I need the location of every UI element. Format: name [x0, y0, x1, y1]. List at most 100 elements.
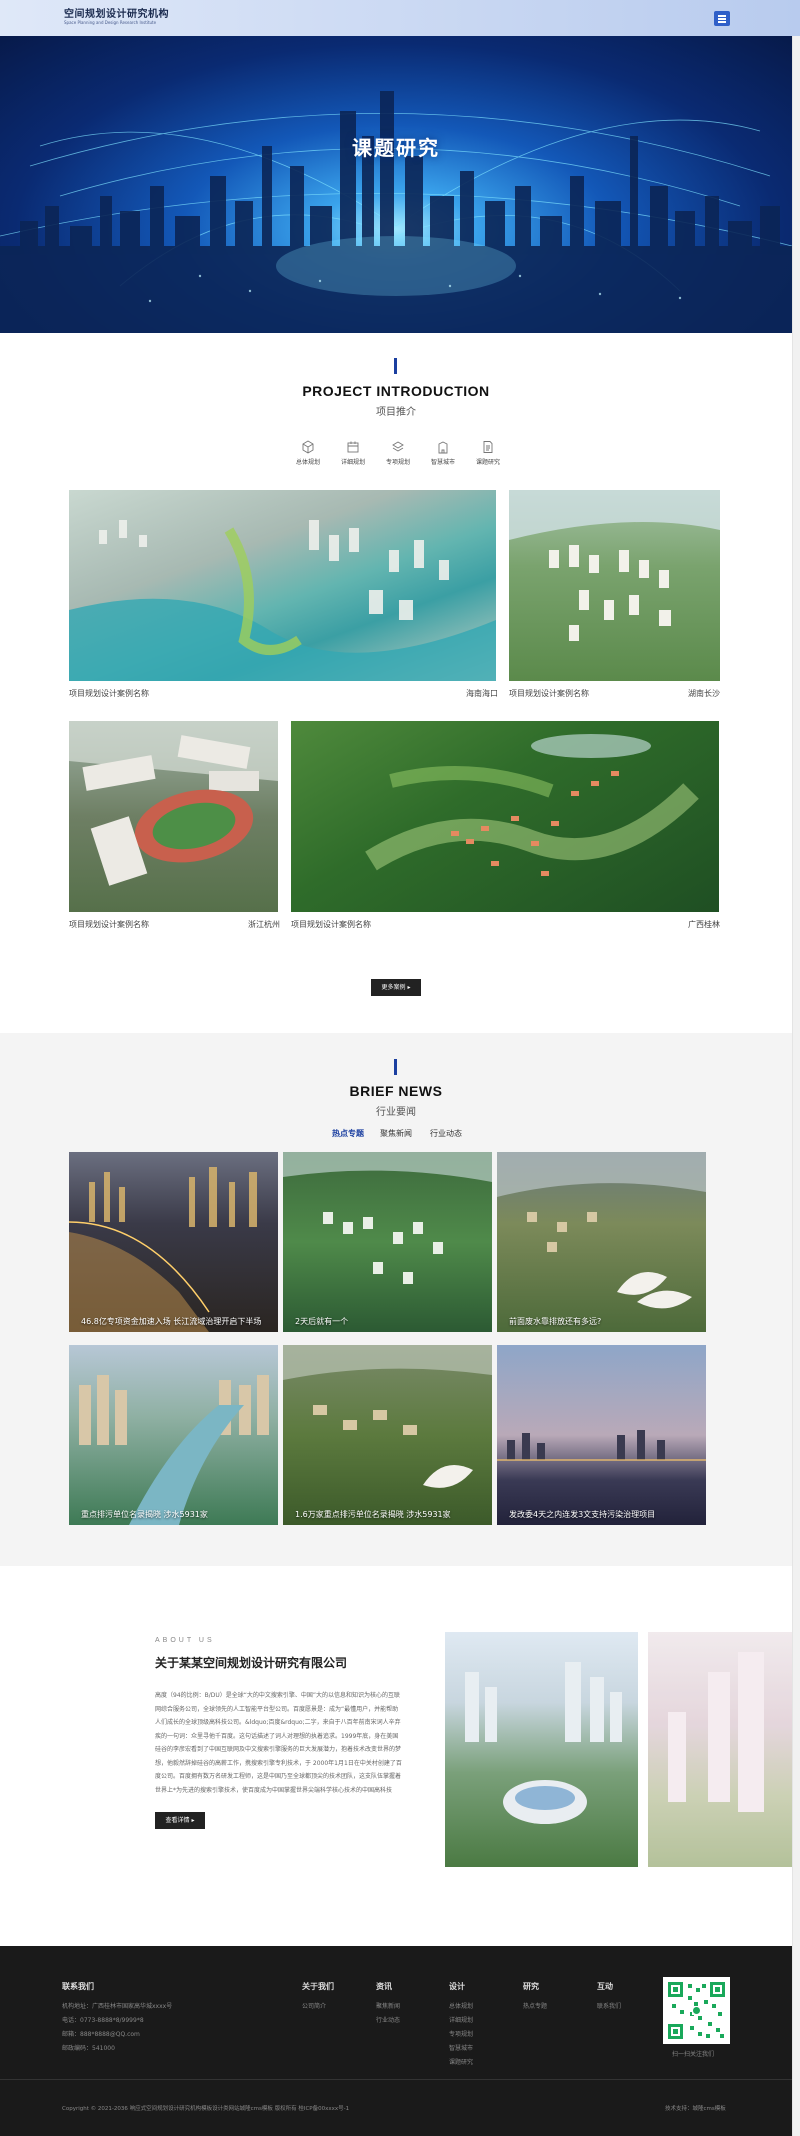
hillside-development-illustration: [497, 1152, 706, 1309]
project-case-name[interactable]: 项目规划设计案例名称: [509, 688, 589, 699]
hamburger-menu-icon[interactable]: [714, 11, 730, 26]
qr-code: [663, 1977, 730, 2044]
footer-link[interactable]: 联系我们: [597, 2001, 621, 2010]
news-card[interactable]: 前面废水靠排放还有多远?: [497, 1152, 706, 1332]
news-title: 重点排污单位名录揭晓 涉水5931家: [81, 1510, 208, 1519]
project-case-city: 湖南长沙: [688, 689, 720, 698]
category-tab-smart-city[interactable]: 智慧城市: [423, 440, 463, 466]
news-tab-hot-topics[interactable]: 热点专题: [332, 1128, 364, 1139]
footer-col-title: 设计: [449, 1982, 465, 1991]
news-card[interactable]: 46.8亿专项资金加速入场 长江流域治理开启下半场: [69, 1152, 278, 1332]
site-footer: 联系我们 机构地址：广西桂林市国家高华城xxxx号 电话：0773-8888*8…: [0, 1946, 792, 2136]
aerial-resort-illustration: [365, 734, 699, 876]
hero-banner: 课题研究: [0, 36, 792, 333]
footer-link[interactable]: 行业动态: [376, 2015, 400, 2024]
about-image: [445, 1632, 638, 1867]
category-tab-special[interactable]: 专项规划: [378, 440, 418, 466]
news-title: 1.6万家重点排污单位名录揭晓 涉水5931家: [295, 1510, 451, 1519]
aerial-residential-illustration: [509, 490, 720, 641]
tower-district-illustration: [668, 1652, 764, 1812]
footer-contact-title: 联系我们: [62, 1982, 94, 1991]
river-city-night-illustration: [69, 1167, 257, 1332]
news-title: 前面废水靠排放还有多远?: [509, 1317, 602, 1326]
news-card[interactable]: 重点排污单位名录揭晓 涉水5931家: [69, 1345, 278, 1525]
footer-link[interactable]: 总体规划: [449, 2001, 473, 2010]
project-card-image[interactable]: [69, 490, 496, 681]
project-card-image[interactable]: [69, 721, 278, 912]
news-title: 46.8亿专项资金加速入场 长江流域治理开启下半场: [81, 1317, 262, 1326]
category-tab-label: 总体规划: [295, 459, 320, 466]
hero-title: 课题研究: [352, 136, 440, 160]
footer-col-title: 互动: [597, 1982, 613, 1991]
category-tab-research[interactable]: 课题研究: [468, 440, 508, 466]
category-tab-label: 智慧城市: [430, 459, 455, 466]
footer-copyright: Copyright © 2021-2036 响应式空间规划设计研究机构模板设计类…: [62, 2106, 350, 2112]
project-section-subtitle: 项目推介: [376, 407, 416, 418]
footer-link[interactable]: 聚焦新闻: [376, 2001, 400, 2010]
footer-contact-postcode: 邮政编码：541000: [62, 2045, 115, 2052]
category-tab-label: 专项规划: [385, 459, 410, 466]
news-tab-focus[interactable]: 聚焦新闻: [380, 1128, 412, 1139]
aerial-school-illustration: [69, 721, 278, 886]
stadium-district-illustration: [465, 1662, 622, 1824]
qr-caption: 扫一扫关注我们: [672, 2051, 715, 2058]
section-marker: [394, 1059, 397, 1075]
site-logo[interactable]: 空间规划设计研究机构 Space Planning and Design Res…: [64, 9, 169, 26]
project-case-name[interactable]: 项目规划设计案例名称: [69, 688, 149, 699]
footer-link[interactable]: 专项规划: [449, 2029, 473, 2038]
project-case-name[interactable]: 项目规划设计案例名称: [291, 919, 371, 930]
footer-link[interactable]: 智慧城市: [449, 2043, 473, 2052]
news-title: 发改委4天之内连发3文支持污染治理项目: [509, 1510, 656, 1519]
news-card[interactable]: 1.6万家重点排污单位名录揭晓 涉水5931家: [283, 1345, 492, 1525]
footer-col-title: 研究: [523, 1982, 539, 1991]
qr-code-icon: [668, 1982, 725, 2039]
document-icon: [483, 441, 493, 453]
section-marker: [394, 358, 397, 374]
about-label: ABOUT US: [155, 1637, 215, 1644]
waterfront-dusk-illustration: [497, 1430, 706, 1461]
footer-col-title: 资讯: [376, 1982, 392, 1991]
logo-title: 空间规划设计研究机构: [64, 9, 169, 20]
site-header: 空间规划设计研究机构 Space Planning and Design Res…: [0, 0, 800, 36]
riverside-towers-illustration: [79, 1375, 269, 1525]
aerial-city-illustration: [69, 520, 496, 681]
footer-link[interactable]: 热点专题: [523, 2001, 547, 2010]
calendar-icon: [347, 441, 359, 453]
news-title: 2天后就有一个: [295, 1317, 349, 1326]
project-card-image[interactable]: [509, 490, 720, 681]
news-section-subtitle: 行业要闻: [376, 1107, 416, 1118]
project-case-city: 海南海口: [466, 689, 498, 698]
project-case-name[interactable]: 项目规划设计案例名称: [69, 919, 149, 930]
news-card[interactable]: 发改委4天之内连发3文支持污染治理项目: [497, 1345, 706, 1525]
news-tab-industry[interactable]: 行业动态: [430, 1128, 462, 1139]
page: { "header": { "logo_cn": "空间规划设计研究机构", "…: [0, 0, 800, 2136]
city-skyline-illustration: [0, 91, 792, 333]
footer-link[interactable]: 详细规划: [449, 2015, 473, 2024]
layers-icon: [392, 441, 404, 452]
category-tab-detail[interactable]: 详细规划: [333, 440, 373, 466]
logo-subtitle: Space Planning and Design Research Insti…: [64, 20, 157, 25]
news-card[interactable]: 2天后就有一个: [283, 1152, 492, 1332]
about-image: [648, 1632, 792, 1867]
category-tab-overall[interactable]: 总体规划: [288, 440, 328, 466]
footer-col-title: 关于我们: [302, 1982, 334, 1991]
footer-contact-phone: 电话：0773-8888*8/9999*8: [62, 2017, 144, 2024]
footer-link[interactable]: 公司简介: [302, 2001, 326, 2010]
building-icon: [438, 441, 448, 454]
project-card-image[interactable]: [291, 721, 719, 912]
project-case-city: 广西桂林: [688, 920, 720, 929]
more-cases-button[interactable]: 更多案例 ▸: [371, 979, 421, 996]
about-text: 高度（94的比例：B/DU）是全球“大的中文搜索引擎、中国”大的以信息和知识为核…: [155, 1692, 402, 1794]
campus-illustration: [283, 1345, 492, 1488]
green-planning-illustration: [283, 1152, 492, 1284]
footer-divider: [0, 2079, 792, 2080]
footer-link[interactable]: 课题研究: [449, 2057, 473, 2066]
about-title: 关于某某空间规划设计研究有限公司: [155, 1656, 348, 1670]
footer-contact-address: 机构地址：广西桂林市国家高华城xxxx号: [62, 2003, 173, 2010]
project-section-title: PROJECT INTRODUCTION: [302, 383, 490, 399]
page-scrollbar[interactable]: [792, 0, 800, 2136]
footer-contact-email: 邮箱：888*8888@QQ.com: [62, 2031, 140, 2038]
about-details-button[interactable]: 查看详情 ▸: [155, 1812, 205, 1829]
news-section-title: BRIEF NEWS: [349, 1083, 443, 1099]
footer-tech-support[interactable]: 技术支持：城隆cms模板: [665, 2104, 726, 2112]
